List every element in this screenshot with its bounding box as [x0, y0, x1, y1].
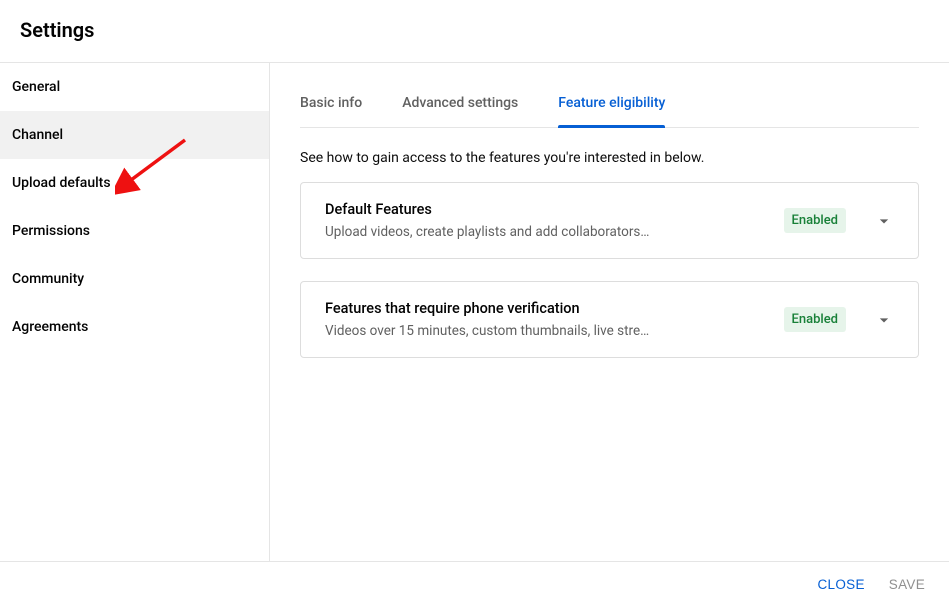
status-badge: Enabled	[784, 307, 847, 332]
section-description: See how to gain access to the features y…	[300, 150, 919, 166]
feature-card-actions: Enabled	[784, 307, 895, 332]
feature-card-actions: Enabled	[784, 208, 895, 233]
settings-sidebar: General Channel Upload defaults Permissi…	[0, 63, 270, 564]
feature-subtitle: Upload videos, create playlists and add …	[325, 224, 655, 240]
chevron-down-icon	[874, 310, 894, 330]
feature-card-phone-verification[interactable]: Features that require phone verification…	[300, 281, 919, 358]
main-panel: Basic info Advanced settings Feature eli…	[270, 63, 949, 564]
feature-card-body: Features that require phone verification…	[325, 300, 784, 339]
chevron-down-icon	[874, 211, 894, 231]
page-title: Settings	[20, 18, 929, 42]
sidebar-item-agreements[interactable]: Agreements	[0, 303, 269, 351]
sidebar-item-channel[interactable]: Channel	[0, 111, 269, 159]
sidebar-item-permissions[interactable]: Permissions	[0, 207, 269, 255]
tab-feature-eligibility[interactable]: Feature eligibility	[558, 85, 665, 127]
dialog-footer: CLOSE SAVE	[0, 561, 949, 607]
feature-title: Default Features	[325, 201, 784, 218]
close-button[interactable]: CLOSE	[818, 577, 865, 592]
tab-basic-info[interactable]: Basic info	[300, 85, 362, 127]
status-badge: Enabled	[784, 208, 847, 233]
sidebar-item-general[interactable]: General	[0, 63, 269, 111]
sidebar-item-community[interactable]: Community	[0, 255, 269, 303]
tab-bar: Basic info Advanced settings Feature eli…	[300, 85, 919, 128]
feature-title: Features that require phone verification	[325, 300, 784, 317]
feature-card-default[interactable]: Default Features Upload videos, create p…	[300, 182, 919, 259]
feature-subtitle: Videos over 15 minutes, custom thumbnail…	[325, 323, 655, 339]
tab-advanced-settings[interactable]: Advanced settings	[402, 85, 518, 127]
sidebar-item-upload-defaults[interactable]: Upload defaults	[0, 159, 269, 207]
feature-card-body: Default Features Upload videos, create p…	[325, 201, 784, 240]
save-button[interactable]: SAVE	[889, 577, 925, 592]
